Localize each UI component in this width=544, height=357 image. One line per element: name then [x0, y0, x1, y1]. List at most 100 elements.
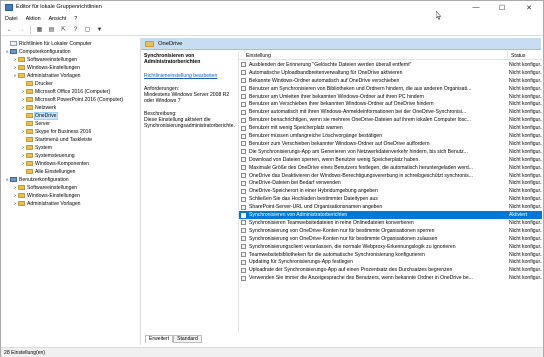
- tree-item-office-2016[interactable]: > Microsoft Office 2016 (Computer): [20, 88, 111, 96]
- folder-icon: [26, 97, 33, 103]
- tree-item-windows-settings[interactable]: > Windows-Einstellungen: [12, 64, 80, 72]
- tree-item-label: Softwareeinstellungen: [27, 56, 78, 63]
- setting-status: Nicht konfigur...: [509, 69, 542, 76]
- tree-item-label: Windows-Einstellungen: [27, 192, 80, 199]
- tree-item-user-software-settings[interactable]: > Softwareeinstellungen: [12, 184, 77, 192]
- setting-row[interactable]: Uploadrate der Synchronisierungs-App auf…: [239, 266, 542, 274]
- tree-item-computer-configuration[interactable]: v Computerkonfiguration: [4, 48, 71, 56]
- setting-row[interactable]: OneDrive das Deaktivieren der Windows-Be…: [239, 172, 542, 180]
- tree-item-user-windows-settings[interactable]: > Windows-Einstellungen: [12, 192, 80, 200]
- setting-row[interactable]: Updating für Synchronisierungs-App festl…: [239, 259, 542, 267]
- setting-row[interactable]: Benutzer zum Verschieben bekannter Windo…: [239, 140, 542, 148]
- help-icon[interactable]: ?: [70, 25, 81, 35]
- setting-row[interactable]: Benutzer automatisch mit ihren Windows-A…: [239, 108, 542, 116]
- setting-row[interactable]: Verwenden Sie immer die Anzeigesprache d…: [239, 274, 542, 282]
- setting-row[interactable]: Teamwebsitebibliotheken für die automati…: [239, 251, 542, 259]
- setting-row[interactable]: Benutzer am Umleiten ihrer bekannten Win…: [239, 93, 542, 101]
- column-header-setting[interactable]: Einstellung: [246, 53, 271, 59]
- properties-icon[interactable]: ▢: [82, 25, 93, 35]
- back-arrow-icon[interactable]: ←: [4, 25, 15, 35]
- menu-help[interactable]: ?: [70, 16, 81, 22]
- tree-item-windows-components[interactable]: > Windows-Komponenten: [20, 160, 89, 168]
- setting-row[interactable]: Synchronisieren Teamwebsitedateien in re…: [239, 219, 542, 227]
- tree-item-systemsteuerung[interactable]: > Systemsteuerung: [20, 152, 75, 160]
- setting-row[interactable]: Benutzer mit wenig Speicherplatz warnen N…: [239, 124, 542, 132]
- policy-setting-icon: [241, 173, 246, 179]
- setting-row[interactable]: Die Synchronisierungs-App am Generieren …: [239, 148, 542, 156]
- maximize-button[interactable]: ☐: [491, 1, 513, 14]
- forward-arrow-icon[interactable]: →: [16, 25, 27, 35]
- tree-item-drucker[interactable]: Drucker: [20, 80, 53, 88]
- close-button[interactable]: ✕: [518, 1, 540, 14]
- folder-icon: [26, 169, 33, 175]
- tree-item-label: Alle Einstellungen: [35, 168, 76, 175]
- setting-name: Die Synchronisierungs-App am Generieren …: [249, 148, 468, 155]
- setting-name: Benutzer automatisch mit ihren Windows-A…: [249, 109, 467, 116]
- tree-item-skype[interactable]: > Skype for Business 2016: [20, 128, 92, 136]
- edit-policy-link[interactable]: Richtlinieneinstellung bearbeiten: [144, 73, 238, 79]
- setting-row[interactable]: Synchronisieren von Administratorbericht…: [239, 211, 542, 219]
- folder-icon: [18, 57, 25, 63]
- tree-item-software-settings[interactable]: > Softwareeinstellungen: [12, 56, 77, 64]
- show-hide-pane-icon[interactable]: ▤: [46, 25, 57, 35]
- setting-row[interactable]: Benutzer am Synchronisieren von Biblioth…: [239, 85, 542, 93]
- show-hide-tree-icon[interactable]: ▦: [34, 25, 45, 35]
- folder-open-icon: [145, 40, 154, 47]
- tab-standard[interactable]: Standard: [173, 335, 202, 343]
- menu-ansicht[interactable]: Ansicht: [45, 16, 71, 22]
- tree-item-powerpoint-2016[interactable]: > Microsoft PowerPoint 2016 (Computer): [20, 96, 123, 104]
- setting-row[interactable]: Maximale Größe des OneDrive eines Benutz…: [239, 164, 542, 172]
- tree-item-administrative-templates[interactable]: v Administrative Vorlagen: [12, 72, 81, 80]
- setting-name: Synchronisierungsclient veranlassen, die…: [249, 243, 456, 250]
- setting-row[interactable]: Benutzer benachrichtigen, wenn sie mehre…: [239, 116, 542, 124]
- setting-row[interactable]: Synchronisierung von OneDrive-Konten nur…: [239, 235, 542, 243]
- folder-icon: [26, 145, 33, 151]
- tree-item-user-administrative-templates[interactable]: > Administrative Vorlagen: [12, 200, 81, 208]
- setting-row[interactable]: Automatische Uploadbandbreitenverwaltung…: [239, 69, 542, 77]
- setting-row[interactable]: Bekannte Windows-Ordner automatisch auf …: [239, 77, 542, 85]
- tree-item-label: OneDrive: [34, 111, 58, 120]
- tree-item-server[interactable]: Server: [20, 120, 50, 128]
- setting-row[interactable]: OneDrive-Dateien bei Bedarf verwenden Nic…: [239, 180, 542, 188]
- setting-name: Benutzer am Verschieben ihrer bekannten …: [249, 101, 434, 108]
- setting-name: Download von Dateien sperren, wenn Benut…: [249, 156, 420, 163]
- setting-row[interactable]: Synchronisierung von OneDrive-Konten nur…: [239, 227, 542, 235]
- policy-setting-icon: [241, 62, 246, 68]
- setting-status: Nicht konfigur...: [509, 235, 542, 242]
- minimize-button[interactable]: —: [465, 1, 487, 14]
- title-bar: Editor für lokale Gruppenrichtlinien — ☐…: [1, 1, 543, 14]
- setting-status: Nicht konfigur...: [509, 93, 542, 100]
- setting-status: Nicht konfigur...: [509, 156, 542, 163]
- setting-row[interactable]: Benutzer am Verschieben ihrer bekannten …: [239, 101, 542, 109]
- tree-item-local-computer-policy[interactable]: Richtlinien für Lokaler Computer: [4, 40, 92, 48]
- setting-row[interactable]: Download von Dateien sperren, wenn Benut…: [239, 156, 542, 164]
- tree-item-system[interactable]: > System: [20, 144, 52, 152]
- menu-bar: Datei Aktion Ansicht ?: [1, 14, 543, 23]
- setting-row[interactable]: OneDrive-Speicherort in einer Hybridumge…: [239, 187, 542, 195]
- export-list-icon[interactable]: ⇱: [58, 25, 69, 35]
- column-header-status[interactable]: Status: [507, 51, 525, 60]
- setting-row[interactable]: Benutzer müssen umfangreiche Löschvorgän…: [239, 132, 542, 140]
- tree-item-onedrive[interactable]: OneDrive: [20, 111, 58, 120]
- policy-tree[interactable]: Richtlinien für Lokaler Computer v Comput…: [3, 38, 139, 345]
- setting-status: Aktiviert: [509, 212, 528, 219]
- setting-name: Synchronisieren Teamwebsitedateien in re…: [249, 219, 414, 226]
- setting-row[interactable]: Schließen Sie das Hochladen bestimmter D…: [239, 195, 542, 203]
- setting-row[interactable]: Ausblenden der Erinnerung "Gelöschte Dat…: [239, 61, 542, 69]
- menu-aktion[interactable]: Aktion: [22, 16, 45, 22]
- setting-status: Nicht konfigur...: [509, 172, 542, 179]
- filter-icon[interactable]: ▼: [94, 25, 105, 35]
- tree-item-startmenu[interactable]: Startmenü und Taskleiste: [20, 136, 92, 144]
- tree-item-user-configuration[interactable]: v Benutzerkonfiguration: [4, 176, 69, 184]
- folder-icon: [26, 137, 33, 143]
- setting-name: Benutzer zum Verschieben bekannter Windo…: [249, 140, 430, 147]
- setting-row[interactable]: Synchronisierungsclient veranlassen, die…: [239, 243, 542, 251]
- settings-list[interactable]: Einstellung Status Ausblenden der Erinne…: [238, 51, 542, 333]
- tree-item-all-settings[interactable]: Alle Einstellungen: [20, 168, 76, 176]
- menu-datei[interactable]: Datei: [1, 16, 22, 22]
- setting-status: Nicht konfigur...: [509, 243, 542, 250]
- policy-setting-icon: [241, 252, 246, 258]
- tab-erweitert[interactable]: Erweitert: [145, 335, 174, 343]
- setting-row[interactable]: SharePoint-Server-URL und Organisationsn…: [239, 203, 542, 211]
- tree-item-netzwerk[interactable]: > Netzwerk: [20, 104, 57, 112]
